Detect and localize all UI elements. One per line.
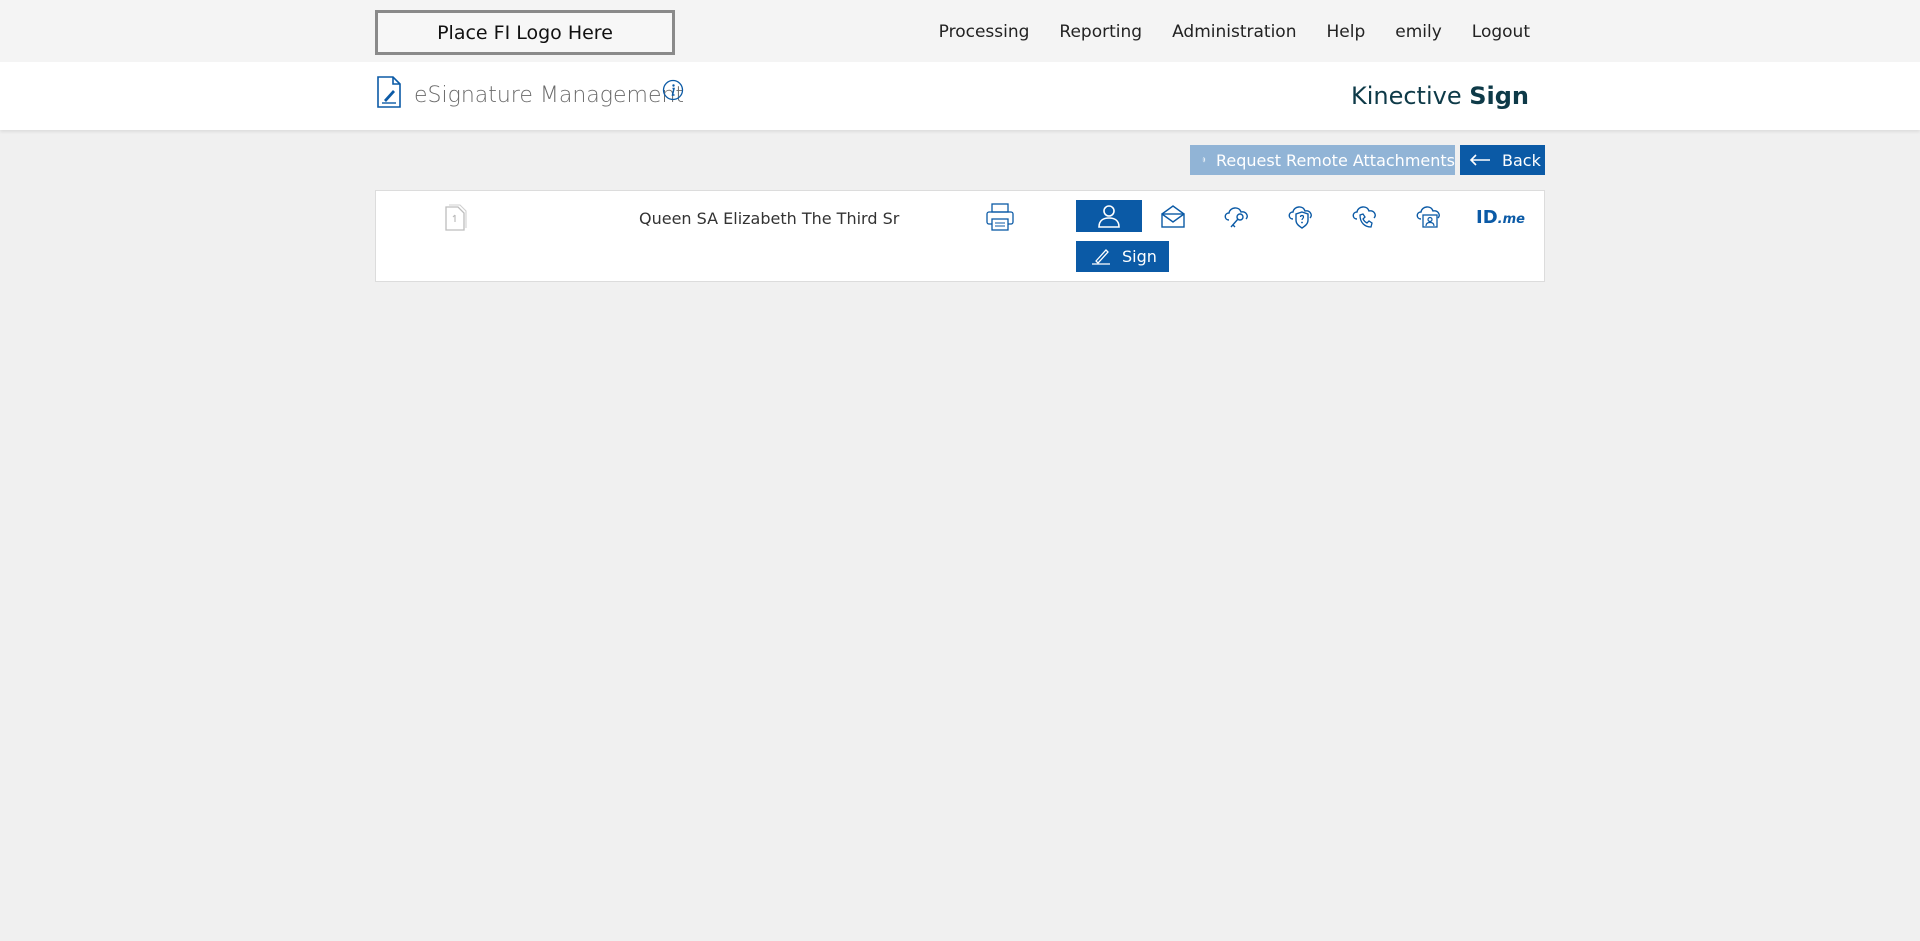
cloud-key-icon[interactable] xyxy=(1204,200,1270,232)
back-button[interactable]: Back xyxy=(1460,145,1545,175)
nav-logout[interactable]: Logout xyxy=(1472,22,1530,42)
brand-bold: Sign xyxy=(1469,82,1529,110)
nav-user[interactable]: emily xyxy=(1395,22,1442,42)
signer-row: Queen SA Elizabeth The Third Sr ID.me Si… xyxy=(375,190,1545,282)
paperclip-icon xyxy=(1202,157,1206,163)
arrow-left-icon xyxy=(1469,154,1490,166)
brand-logo: Kinective Sign xyxy=(1351,82,1529,110)
sign-button[interactable]: Sign xyxy=(1076,241,1169,272)
email-icon[interactable] xyxy=(1140,200,1206,232)
remote-id-icon[interactable] xyxy=(1396,200,1462,232)
idme-label: ID xyxy=(1476,207,1498,228)
top-bar: Place FI Logo Here Processing Reporting … xyxy=(0,0,1920,62)
sign-label: Sign xyxy=(1122,247,1157,266)
printer-icon[interactable] xyxy=(984,202,1016,232)
main-nav: Processing Reporting Administration Help… xyxy=(939,22,1530,42)
document-sign-icon xyxy=(376,76,402,108)
signer-name: Queen SA Elizabeth The Third Sr xyxy=(639,209,900,228)
back-label: Back xyxy=(1502,150,1541,170)
brand-regular: Kinective xyxy=(1350,82,1462,110)
request-remote-attachments-button[interactable]: Request Remote Attachments xyxy=(1190,145,1455,175)
request-remote-attachments-label: Request Remote Attachments xyxy=(1215,150,1455,170)
nav-administration[interactable]: Administration xyxy=(1172,22,1296,42)
nav-processing[interactable]: Processing xyxy=(939,22,1030,42)
fi-logo-placeholder: Place FI Logo Here xyxy=(375,10,675,55)
nav-reporting[interactable]: Reporting xyxy=(1059,22,1142,42)
document-icon[interactable] xyxy=(444,204,468,232)
idme-suffix: .me xyxy=(1497,212,1525,227)
page-title: eSignature Management xyxy=(414,83,685,108)
info-icon[interactable] xyxy=(662,79,684,101)
security-question-icon[interactable] xyxy=(1268,200,1334,232)
idme-icon[interactable]: ID.me xyxy=(1476,207,1525,228)
in-person-icon[interactable] xyxy=(1076,200,1142,232)
cloud-phone-icon[interactable] xyxy=(1332,200,1398,232)
nav-help[interactable]: Help xyxy=(1326,22,1365,42)
title-bar: eSignature Management Kinective Sign xyxy=(0,62,1920,130)
pen-icon xyxy=(1092,248,1110,265)
